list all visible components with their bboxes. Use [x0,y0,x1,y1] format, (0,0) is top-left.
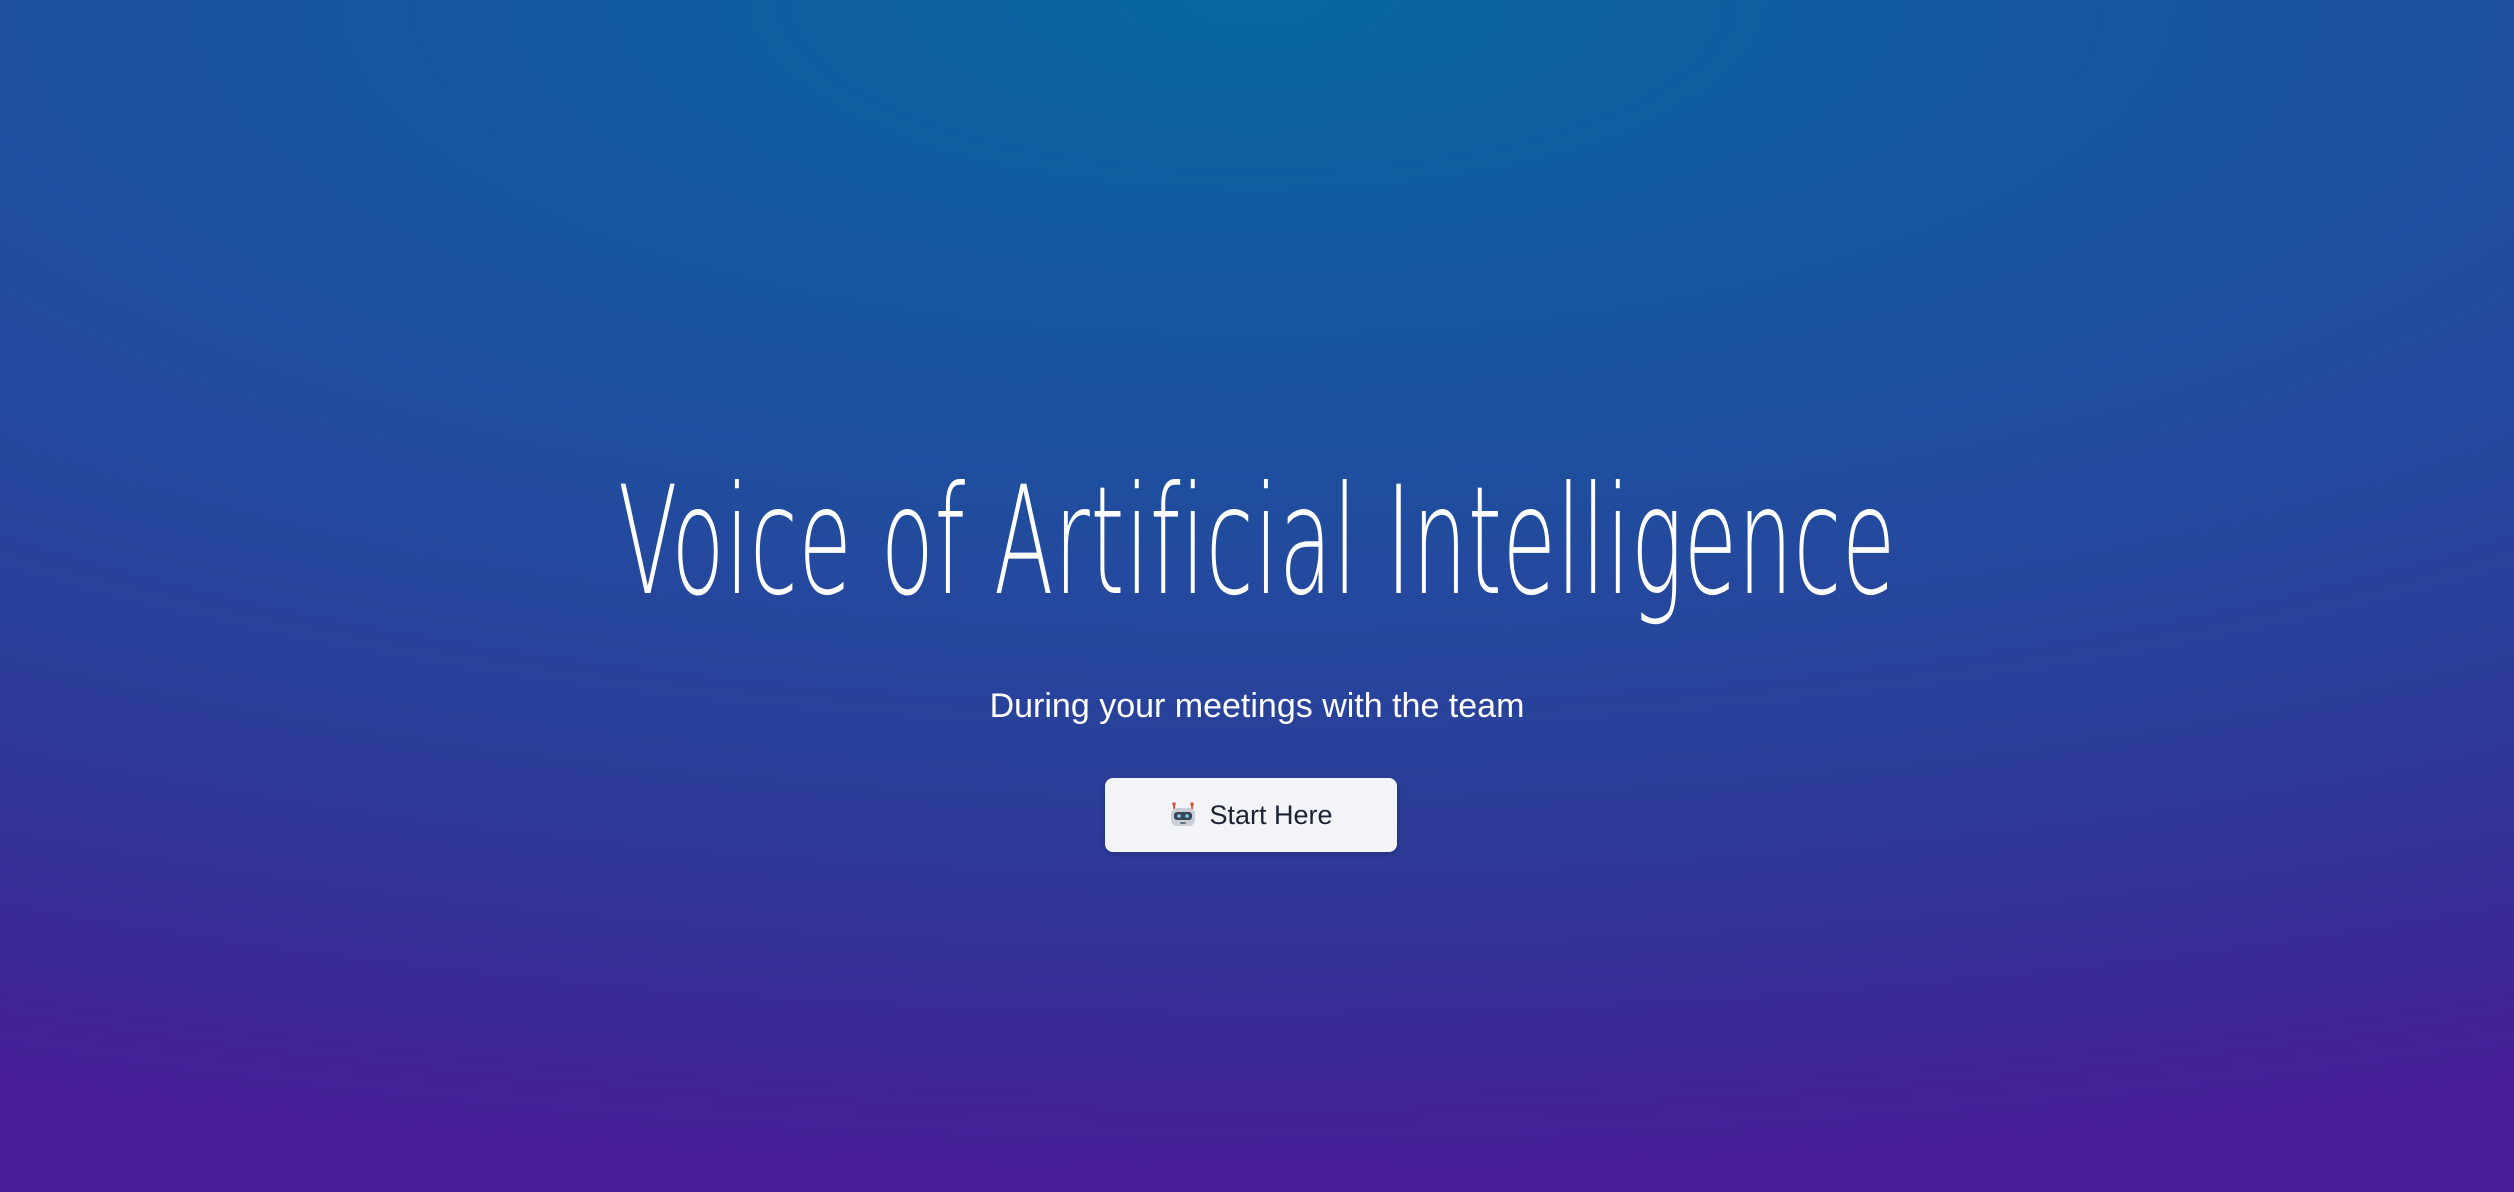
hero-section: Voice of Artificial Intelligence During … [0,0,2514,1192]
hero-title: Voice of Artificial Intelligence [618,455,1896,629]
hero-subtitle: During your meetings with the team [989,687,1525,725]
robot-icon [1169,802,1197,828]
start-here-label: Start Here [1209,799,1333,830]
start-here-button[interactable]: Start Here [1105,778,1397,852]
